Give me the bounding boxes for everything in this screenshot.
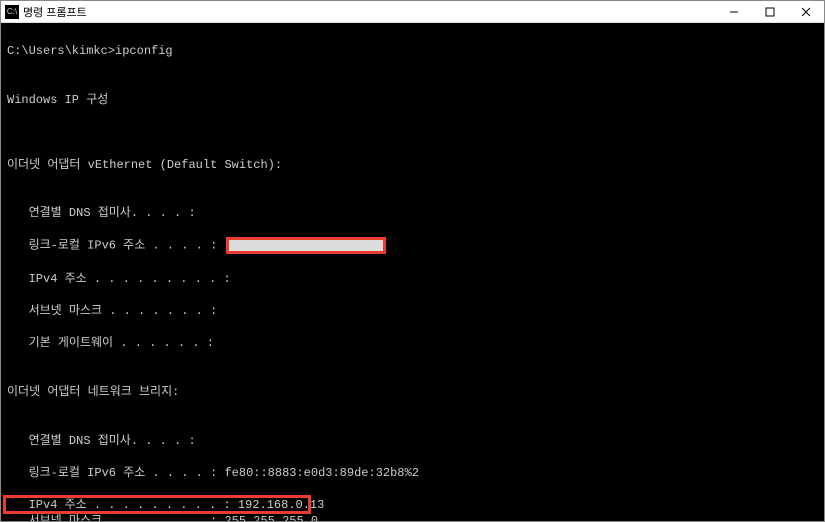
window-controls — [716, 1, 824, 23]
subnet-line: 서브넷 마스크 . . . . . . . : — [7, 303, 818, 319]
close-button[interactable] — [788, 1, 824, 23]
titlebar[interactable]: C:\ 명령 프롬프트 — [1, 1, 824, 23]
redacted-ipv6 — [226, 237, 386, 254]
minimize-button[interactable] — [716, 1, 752, 23]
gateway-line: 기본 게이트웨이 . . . . . . : — [7, 335, 818, 351]
dns-suffix-line: 연결별 DNS 접미사. . . . : — [7, 205, 818, 221]
ipv4-line: IPv4 주소 . . . . . . . . . : — [7, 271, 818, 287]
maximize-icon — [765, 7, 775, 17]
ipv6-line: 링크-로컬 IPv6 주소 . . . . : — [7, 237, 818, 254]
ip-config-header: Windows IP 구성 — [7, 92, 818, 108]
app-icon: C:\ — [5, 5, 19, 19]
subnet-line: 서브넷 마스크 . . . . . . . : 255.255.255.0 — [7, 513, 818, 521]
command-prompt-window: C:\ 명령 프롬프트 C:\Users\kimkc>ipconfig Wind… — [0, 0, 825, 522]
ipv6-line: 링크-로컬 IPv6 주소 . . . . : fe80::8883:e0d3:… — [7, 465, 818, 481]
terminal-output[interactable]: C:\Users\kimkc>ipconfig Windows IP 구성 이더… — [1, 23, 824, 521]
maximize-button[interactable] — [752, 1, 788, 23]
adapter-header: 이더넷 어댑터 네트워크 브리지: — [7, 384, 818, 400]
adapter-header: 이더넷 어댑터 vEthernet (Default Switch): — [7, 157, 818, 173]
dns-suffix-line: 연결별 DNS 접미사. . . . : — [7, 433, 818, 449]
minimize-icon — [729, 7, 739, 17]
ipv4-highlighted-line: IPv4 주소 . . . . . . . . . : 192.168.0.13 — [7, 497, 324, 513]
window-title: 명령 프롬프트 — [23, 4, 716, 20]
prompt-line: C:\Users\kimkc>ipconfig — [7, 43, 818, 59]
close-icon — [801, 7, 811, 17]
